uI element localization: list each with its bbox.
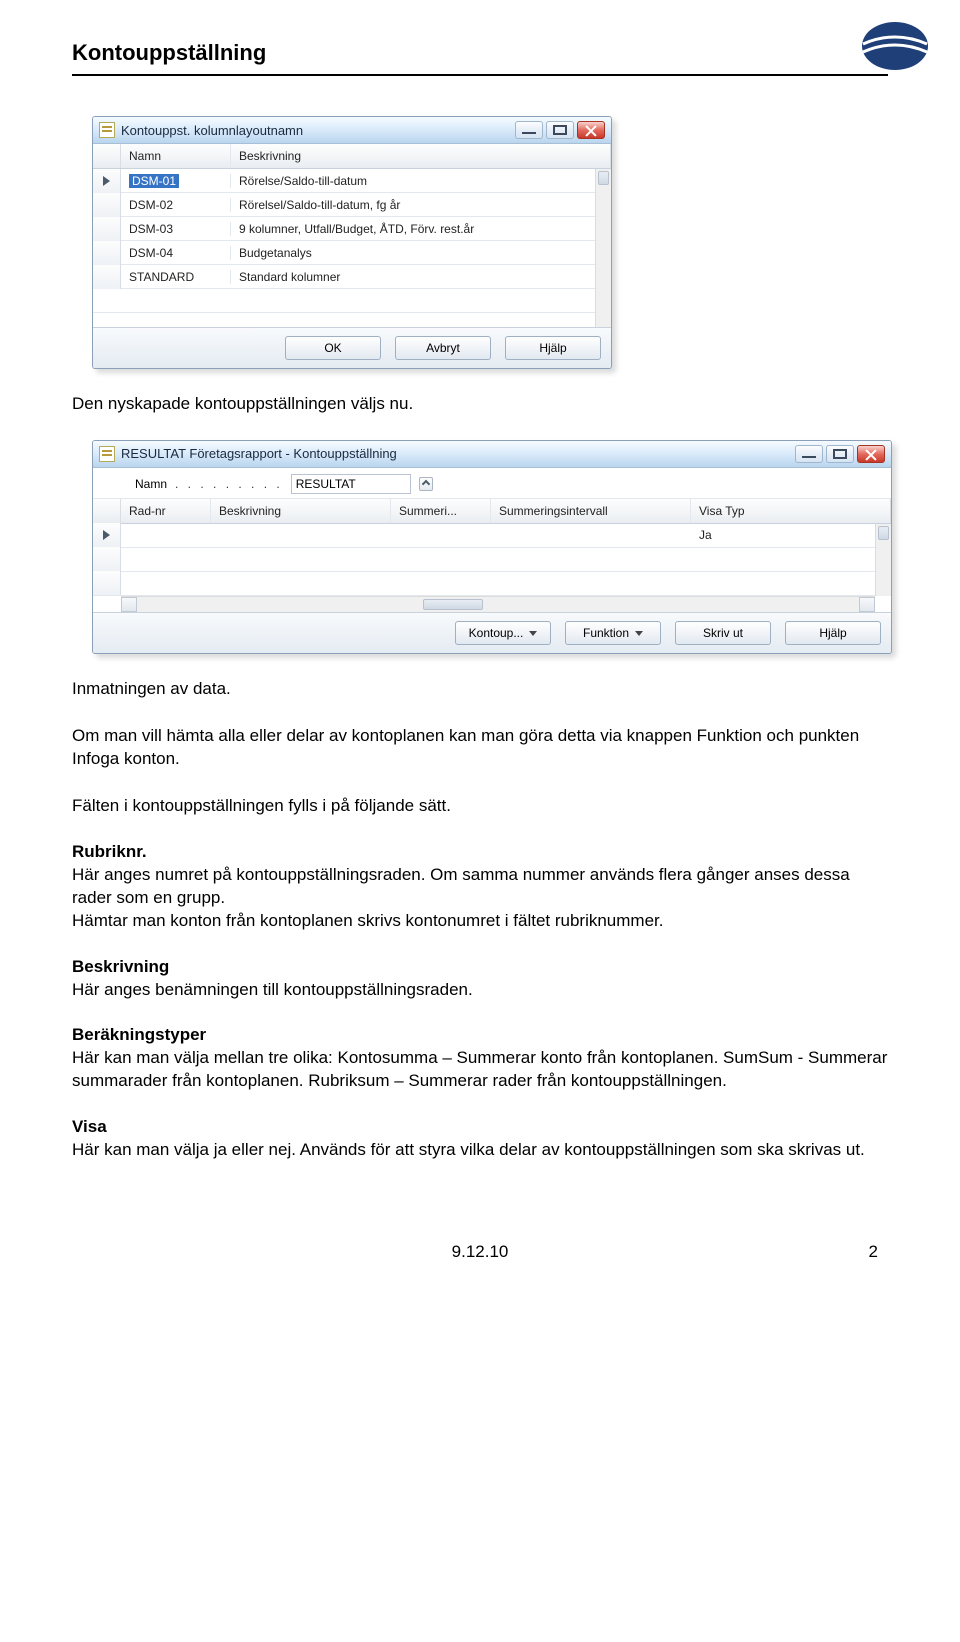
titlebar: RESULTAT Företagsrapport - Kontouppställ… <box>93 441 891 468</box>
field-namn[interactable]: RESULTAT <box>291 474 411 494</box>
paragraph: Om man vill hämta alla eller delar av ko… <box>72 725 888 771</box>
grid-header: Rad-nr Beskrivning Summeri... Summerings… <box>93 499 891 524</box>
vertical-scrollbar[interactable] <box>875 524 891 596</box>
grid-row[interactable]: Ja <box>93 524 891 548</box>
footer: 9.12.10 2 <box>72 1242 888 1262</box>
maximize-button[interactable] <box>826 445 854 463</box>
heading-berakningstyper: Beräkningstyper <box>72 1025 888 1045</box>
cell-namn[interactable]: DSM-01 <box>129 174 179 188</box>
current-row-icon <box>103 176 110 186</box>
chevron-down-icon <box>635 631 643 636</box>
brand-logo <box>860 20 930 77</box>
titlebar: Kontouppst. kolumnlayoutnamn <box>93 117 611 144</box>
help-button[interactable]: Hjälp <box>505 336 601 360</box>
label-namn: Namn <box>135 477 167 491</box>
col-beskrivning[interactable]: Beskrivning <box>231 144 611 168</box>
cell-beskrivning[interactable]: Budgetanalys <box>231 246 611 260</box>
window-icon <box>99 446 115 462</box>
skrivut-button[interactable]: Skriv ut <box>675 621 771 645</box>
footer-date: 9.12.10 <box>452 1242 509 1262</box>
cell-namn[interactable]: DSM-02 <box>121 198 231 212</box>
funktion-button[interactable]: Funktion <box>565 621 661 645</box>
window-title: RESULTAT Företagsrapport - Kontouppställ… <box>121 446 789 461</box>
paragraph: Här anges numret på kontouppställningsra… <box>72 864 888 933</box>
paragraph: Här anges benämningen till kontouppställ… <box>72 979 888 1002</box>
cell-visa-typ[interactable]: Ja <box>691 528 891 542</box>
grid-row[interactable]: DSM-01 Rörelse/Saldo-till-datum <box>93 169 611 193</box>
window-kontouppstallning: RESULTAT Företagsrapport - Kontouppställ… <box>92 440 892 654</box>
col-visa-typ[interactable]: Visa Typ <box>691 499 891 523</box>
cell-beskrivning[interactable]: Rörelse/Saldo-till-datum <box>231 174 611 188</box>
layout-grid: Namn Beskrivning DSM-01 Rörelse/Saldo-ti… <box>93 144 611 327</box>
cell-namn[interactable]: STANDARD <box>121 270 231 284</box>
kontoup-button[interactable]: Kontoup... <box>455 621 551 645</box>
close-button[interactable] <box>577 121 605 139</box>
maximize-button[interactable] <box>546 121 574 139</box>
paragraph: Den nyskapade kontouppställningen väljs … <box>72 393 888 416</box>
minimize-button[interactable] <box>515 121 543 139</box>
minimize-button[interactable] <box>795 445 823 463</box>
window-icon <box>99 122 115 138</box>
grid-row[interactable] <box>93 548 891 572</box>
close-button[interactable] <box>857 445 885 463</box>
grid-row[interactable]: DSM-04 Budgetanalys <box>93 241 611 265</box>
paragraph: Här kan man välja ja eller nej. Används … <box>72 1139 888 1162</box>
paragraph: Här kan man välja mellan tre olika: Kont… <box>72 1047 888 1093</box>
dialog-buttons: OK Avbryt Hjälp <box>93 327 611 368</box>
paragraph: Inmatningen av data. <box>72 678 888 701</box>
current-row-icon <box>103 530 110 540</box>
title-rule <box>72 74 888 76</box>
paragraph: Fälten i kontouppställningen fylls i på … <box>72 795 888 818</box>
form-row-namn: Namn . . . . . . . . . RESULTAT <box>93 468 891 499</box>
cell-namn[interactable]: DSM-04 <box>121 246 231 260</box>
col-summeringsintervall[interactable]: Summeringsintervall <box>491 499 691 523</box>
cell-namn[interactable]: DSM-03 <box>121 222 231 236</box>
heading-rubriknr: Rubriknr. <box>72 842 888 862</box>
page-title: Kontouppställning <box>72 40 888 66</box>
vertical-scrollbar[interactable] <box>595 169 611 327</box>
dialog-kolumnlayoutnamn: Kontouppst. kolumnlayoutnamn Namn Beskri… <box>92 116 612 369</box>
help-button[interactable]: Hjälp <box>785 621 881 645</box>
footer-page: 2 <box>508 1242 878 1262</box>
horizontal-scrollbar[interactable] <box>121 596 875 612</box>
heading-visa: Visa <box>72 1117 888 1137</box>
cell-beskrivning[interactable]: 9 kolumner, Utfall/Budget, ÅTD, Förv. re… <box>231 222 611 236</box>
chevron-down-icon <box>529 631 537 636</box>
ok-button[interactable]: OK <box>285 336 381 360</box>
col-beskrivning[interactable]: Beskrivning <box>211 499 391 523</box>
cell-beskrivning[interactable]: Rörelsel/Saldo-till-datum, fg år <box>231 198 611 212</box>
grid-row[interactable]: STANDARD Standard kolumner <box>93 265 611 289</box>
grid-row[interactable]: DSM-03 9 kolumner, Utfall/Budget, ÅTD, F… <box>93 217 611 241</box>
lookup-button[interactable] <box>419 477 433 491</box>
grid-row[interactable]: DSM-02 Rörelsel/Saldo-till-datum, fg år <box>93 193 611 217</box>
col-namn[interactable]: Namn <box>121 144 231 168</box>
col-summering[interactable]: Summeri... <box>391 499 491 523</box>
grid-row[interactable] <box>93 572 891 596</box>
window-title: Kontouppst. kolumnlayoutnamn <box>121 123 509 138</box>
rows-grid: Rad-nr Beskrivning Summeri... Summerings… <box>93 499 891 612</box>
heading-beskrivning: Beskrivning <box>72 957 888 977</box>
leader-dots: . . . . . . . . . <box>175 477 283 491</box>
col-radnr[interactable]: Rad-nr <box>121 499 211 523</box>
cancel-button[interactable]: Avbryt <box>395 336 491 360</box>
grid-header: Namn Beskrivning <box>93 144 611 169</box>
toolbar-buttons: Kontoup... Funktion Skriv ut Hjälp <box>93 612 891 653</box>
cell-beskrivning[interactable]: Standard kolumner <box>231 270 611 284</box>
